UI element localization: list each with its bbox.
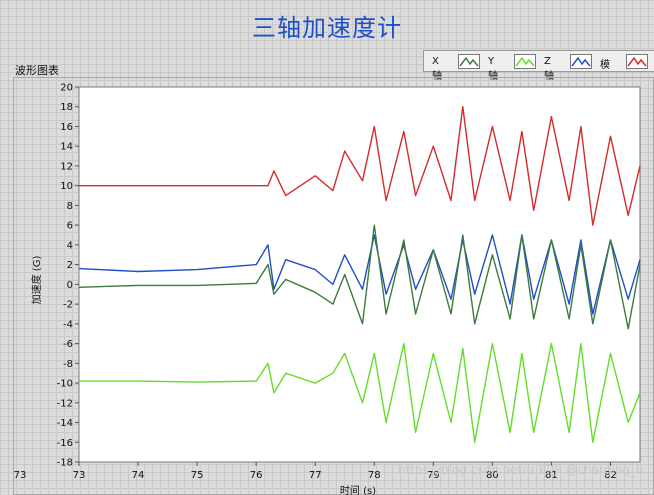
y-tick-label: 0 bbox=[67, 280, 73, 291]
x-tick-label: 77 bbox=[309, 470, 322, 481]
y-tick-label: 16 bbox=[60, 122, 73, 133]
x-tick-label: 78 bbox=[368, 470, 381, 481]
y-tick-label: 4 bbox=[67, 240, 73, 251]
y-tick-label: -8 bbox=[63, 359, 73, 370]
y-axis-label: 加速度 (G) bbox=[30, 256, 43, 305]
x-tick-label: 73 bbox=[73, 470, 86, 481]
y-tick-label: 12 bbox=[60, 161, 73, 172]
y-tick-label: -2 bbox=[63, 300, 73, 311]
x-axis-label: 时间 (s) bbox=[340, 484, 376, 495]
x-tick-label: 73 bbox=[14, 470, 27, 481]
y-tick-label: 8 bbox=[67, 201, 73, 212]
y-tick-label: 2 bbox=[67, 260, 73, 271]
y-tick-label: 14 bbox=[60, 142, 73, 153]
y-tick-label: -18 bbox=[57, 458, 73, 469]
plot-area[interactable] bbox=[78, 86, 641, 463]
y-tick-label: -4 bbox=[63, 319, 73, 330]
y-tick-label: 6 bbox=[67, 221, 73, 232]
y-tick-label: -10 bbox=[57, 379, 73, 390]
y-tick-label: -16 bbox=[57, 438, 73, 449]
x-tick-label: 74 bbox=[132, 470, 145, 481]
y-tick-label: 20 bbox=[60, 83, 73, 94]
watermark-text: https://blog.csdn.net/u 知乎 @charging_li bbox=[398, 463, 643, 477]
y-tick-label: -6 bbox=[63, 339, 73, 350]
y-tick-label: -14 bbox=[57, 418, 73, 429]
y-tick-label: -12 bbox=[57, 398, 73, 409]
waveform-chart[interactable]: 737374757677787980818283 201816141210864… bbox=[0, 0, 654, 495]
x-tick-label: 75 bbox=[191, 470, 204, 481]
y-tick-label: 10 bbox=[60, 181, 73, 192]
y-tick-label: 18 bbox=[60, 102, 73, 113]
x-tick-label: 76 bbox=[250, 470, 263, 481]
